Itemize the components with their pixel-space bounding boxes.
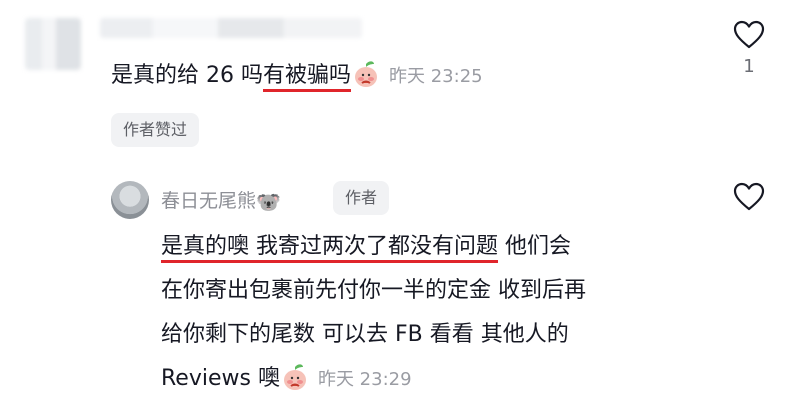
like-count: 1 (743, 56, 755, 77)
peach-emoji-icon (355, 61, 377, 87)
reply-text: 是真的噢 我寄过两次了都没有问题 他们会 在你寄出包裹前先付你一半的定金 收到后… (161, 225, 721, 401)
comment-text-highlight: 有被骗吗 (262, 63, 351, 92)
comment-thread: 是真的给 26 吗有被骗吗 昨天 23:25 作者赞过 1 春日无尾熊🐨 作者 … (0, 0, 800, 401)
reply-line-3: 给你剩下的尾数 可以去 FB 看看 其他人的 (161, 322, 569, 347)
koala-emoji-icon: 🐨 (256, 190, 281, 214)
reply-highlight: 是真的噢 我寄过两次了都没有问题 (161, 234, 498, 263)
reply-time: 昨天 23:29 (317, 369, 412, 390)
reply-line-4: Reviews 噢 昨天 23:29 (161, 357, 721, 401)
reply-avatar[interactable] (111, 181, 149, 219)
reply-line-1-rest: 他们会 (498, 234, 571, 259)
blurred-avatar[interactable] (25, 18, 81, 70)
blurred-username[interactable] (100, 18, 362, 38)
peach-emoji-icon (283, 364, 306, 390)
comment-like[interactable]: 1 (729, 20, 769, 77)
reply-author-name[interactable]: 春日无尾熊🐨 (161, 186, 281, 214)
author-liked-badge: 作者赞过 (111, 113, 200, 147)
author-badge: 作者 (333, 181, 390, 215)
comment-text-plain: 是真的给 26 吗 (111, 63, 263, 88)
reply-line-2: 在你寄出包裹前先付你一半的定金 收到后再 (161, 278, 586, 303)
reply-author-name-text: 春日无尾熊 (161, 190, 257, 212)
reply-line-4-text: Reviews 噢 (161, 366, 280, 391)
reply-line-1: 是真的噢 我寄过两次了都没有问题 他们会 (161, 225, 721, 269)
reply-like[interactable] (729, 182, 769, 212)
heart-icon[interactable] (733, 182, 765, 212)
comment-time: 昨天 23:25 (389, 66, 483, 87)
heart-icon[interactable] (733, 20, 765, 50)
comment-text: 是真的给 26 吗有被骗吗 昨天 23:25 (111, 60, 483, 93)
